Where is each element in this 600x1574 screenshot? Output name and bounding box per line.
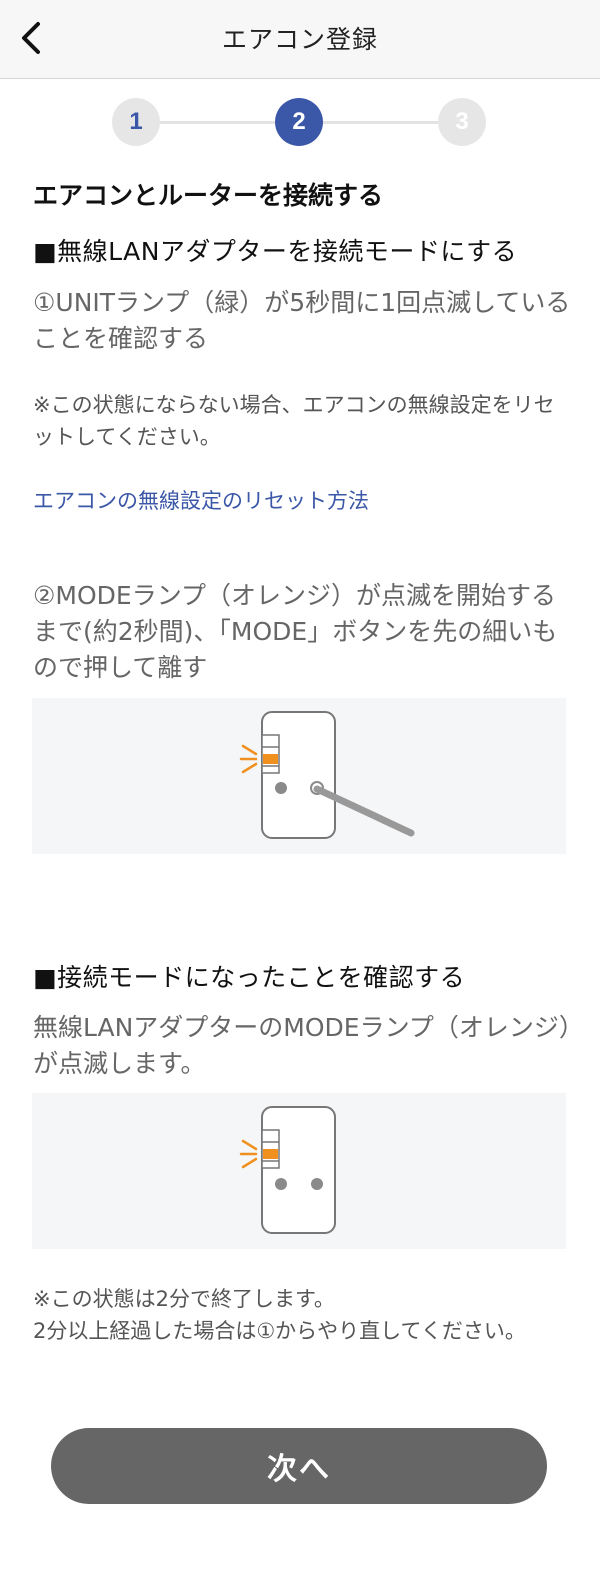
- instruction-step-1: ①UNITランプ（緑）が5秒間に1回点滅していることを確認する: [33, 288, 571, 353]
- adapter-mode-button-illustration: [32, 698, 566, 854]
- reset-method-link[interactable]: エアコンの無線設定のリセット方法: [33, 485, 573, 515]
- note-text: ※この状態は2分で終了します。: [33, 1287, 335, 1311]
- progress-stepper: 1 2 3: [112, 98, 488, 146]
- next-button[interactable]: 次へ: [51, 1428, 547, 1504]
- note-text: ※この状態にならない場合、エアコンの無線設定をリセットしてください。: [33, 393, 555, 449]
- header-bar: エアコン登録: [0, 0, 600, 79]
- step-2-indicator: 2: [275, 98, 323, 146]
- adapter-mode-lamp-illustration: [32, 1093, 566, 1249]
- content-title: エアコンとルーターを接続する: [33, 181, 384, 210]
- blink-icon: [239, 1139, 258, 1169]
- page-title: エアコン登録: [221, 25, 378, 54]
- step-1-indicator: 1: [112, 98, 160, 146]
- instruction-step-2: ②MODEランプ（オレンジ）が点滅を開始するまで(約2秒間)、「MODE」ボタン…: [33, 581, 558, 682]
- blink-icon: [239, 744, 258, 774]
- section-heading: ■無線LANアダプターを接続モードにする: [33, 237, 518, 266]
- confirm-text: 無線LANアダプターのMODEランプ（オレンジ）が点滅します。: [33, 1013, 572, 1078]
- screen: エアコン登録 1 2 3 エアコンとルーターを接続する ■無線LANアダプターを…: [0, 0, 600, 1574]
- step-connector: [318, 121, 448, 124]
- note-text: 2分以上経過した場合は①からやり直してください。: [33, 1319, 526, 1343]
- step-connector: [152, 121, 282, 124]
- step-3-indicator: 3: [438, 98, 486, 146]
- section-heading: ■接続モードになったことを確認する: [33, 963, 466, 992]
